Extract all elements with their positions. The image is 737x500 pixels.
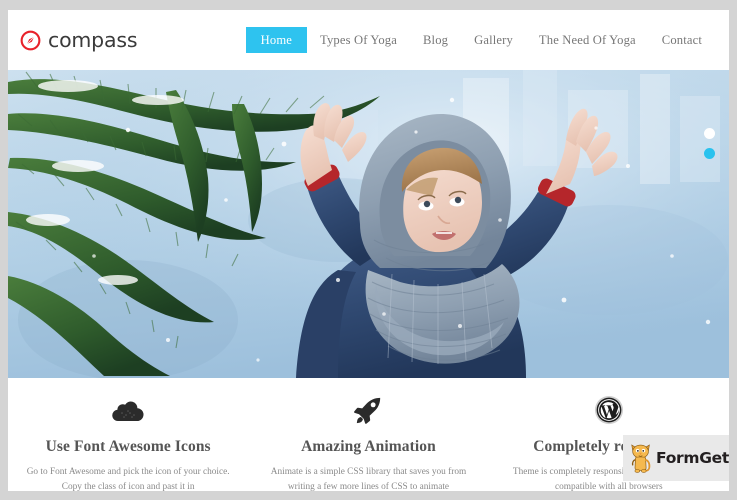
feature-description: Go to Font Awesome and pick the icon of … xyxy=(26,466,230,492)
nav-item-contact[interactable]: Contact xyxy=(649,28,715,53)
formget-watermark: FormGet xyxy=(623,435,729,481)
nav-item-types-of-yoga[interactable]: Types Of Yoga xyxy=(307,28,410,53)
site-header: compass Home Types Of Yoga Blog Gallery … xyxy=(8,10,729,70)
slider-pagination xyxy=(704,128,715,159)
main-navigation: Home Types Of Yoga Blog Gallery The Need… xyxy=(245,26,715,54)
site-container: compass Home Types Of Yoga Blog Gallery … xyxy=(8,10,729,491)
hero-image xyxy=(8,70,729,378)
feature-description: Animate is a simple CSS library that sav… xyxy=(270,466,467,492)
brand-logo[interactable]: compass xyxy=(20,27,138,52)
slider-dot-1[interactable] xyxy=(704,128,715,139)
nav-item-home[interactable]: Home xyxy=(245,26,308,54)
nav-item-gallery[interactable]: Gallery xyxy=(461,28,526,53)
wordpress-icon xyxy=(503,394,715,426)
compass-icon xyxy=(20,30,41,50)
features-section: Use Font Awesome Icons Go to Font Awesom… xyxy=(8,378,729,491)
feature-title: Use Font Awesome Icons xyxy=(45,438,211,455)
slider-dot-2[interactable] xyxy=(704,148,715,159)
nav-item-blog[interactable]: Blog xyxy=(410,28,461,53)
hero-slider xyxy=(8,70,729,378)
rocket-icon xyxy=(262,394,474,426)
watermark-label: FormGet xyxy=(656,449,729,467)
cat-mascot-icon xyxy=(631,444,651,473)
brand-name: compass xyxy=(48,27,138,52)
feature-card-animation: Amazing Animation Animate is a simple CS… xyxy=(248,394,488,491)
cloud-icon xyxy=(22,394,234,426)
feature-title: Amazing Animation xyxy=(301,438,436,455)
feature-card-font-awesome: Use Font Awesome Icons Go to Font Awesom… xyxy=(8,394,248,491)
nav-item-the-need-of-yoga[interactable]: The Need Of Yoga xyxy=(526,28,649,53)
